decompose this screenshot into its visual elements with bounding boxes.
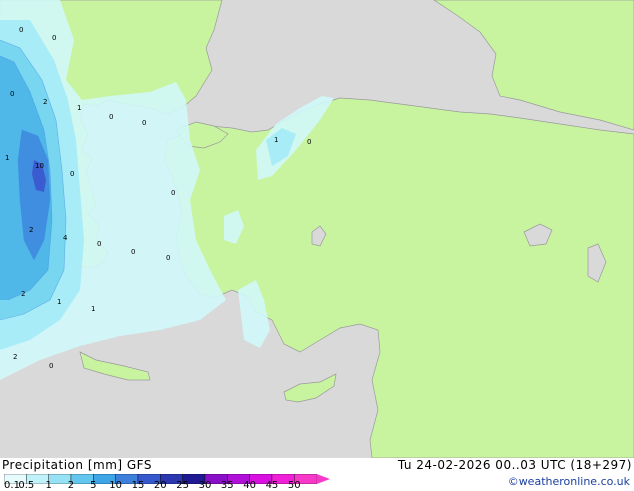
legend-tick-label: 35 bbox=[220, 480, 234, 491]
contour-label: 0 bbox=[97, 240, 101, 248]
legend-tick-label: 25 bbox=[176, 480, 189, 491]
credit-link[interactable]: ©weatheronline.co.uk bbox=[508, 475, 630, 488]
contour-label: 0 bbox=[131, 248, 135, 256]
weather-map-panel: 0 0 2 1 0 0 1 10 0 0 2 4 0 0 0 2 1 1 2 0… bbox=[0, 0, 634, 491]
contour-label: 10 bbox=[35, 162, 44, 170]
contour-label: 0 bbox=[49, 362, 53, 370]
legend-tick-label: 15 bbox=[131, 480, 145, 491]
valid-time: Tu 24-02-2026 00..03 UTC (18+297) bbox=[397, 458, 632, 472]
contour-label: 0 bbox=[19, 26, 23, 34]
legend-tick-label: 40 bbox=[243, 480, 256, 491]
contour-label: 0 bbox=[307, 138, 311, 146]
contour-label: 1 bbox=[274, 136, 278, 144]
contour-label: 2 bbox=[21, 290, 25, 298]
contour-label: 0 bbox=[109, 113, 113, 121]
legend-colorbar bbox=[4, 474, 330, 484]
contour-label: 2 bbox=[29, 226, 33, 234]
map-footer: Precipitation [mm] GFS Tu 24-02-2026 00.… bbox=[0, 458, 634, 491]
contour-label: 1 bbox=[5, 154, 9, 162]
legend-tick-label: 5 bbox=[90, 480, 97, 491]
contour-label: 0 bbox=[142, 119, 146, 127]
legend-arrow bbox=[316, 474, 330, 484]
legend-tick-label: 45 bbox=[265, 480, 279, 491]
contour-label: 1 bbox=[91, 305, 95, 313]
contour-label: 4 bbox=[63, 234, 68, 242]
contour-label: 0 bbox=[70, 170, 74, 178]
legend-tick-label: 2 bbox=[67, 480, 75, 491]
contour-label: 2 bbox=[43, 98, 47, 106]
legend-tick-label: 30 bbox=[198, 480, 212, 491]
precipitation-map: 0 0 2 1 0 0 1 10 0 0 2 4 0 0 0 2 1 1 2 0… bbox=[0, 0, 634, 458]
contour-label: 0 bbox=[10, 90, 14, 98]
legend-tick-label: 1 bbox=[45, 480, 52, 491]
map-title: Precipitation [mm] GFS bbox=[2, 458, 152, 472]
legend-tick-label: 50 bbox=[287, 480, 301, 491]
contour-label: 0 bbox=[166, 254, 170, 262]
contour-label: 1 bbox=[57, 298, 61, 306]
legend-tick-label: 0.5 bbox=[18, 480, 35, 491]
contour-label: 2 bbox=[13, 353, 17, 361]
contour-label: 0 bbox=[52, 34, 56, 42]
legend-tick-label: 20 bbox=[153, 480, 167, 491]
legend-tick-label: 10 bbox=[109, 480, 123, 491]
contour-label: 1 bbox=[77, 104, 81, 112]
contour-label: 0 bbox=[171, 189, 175, 197]
